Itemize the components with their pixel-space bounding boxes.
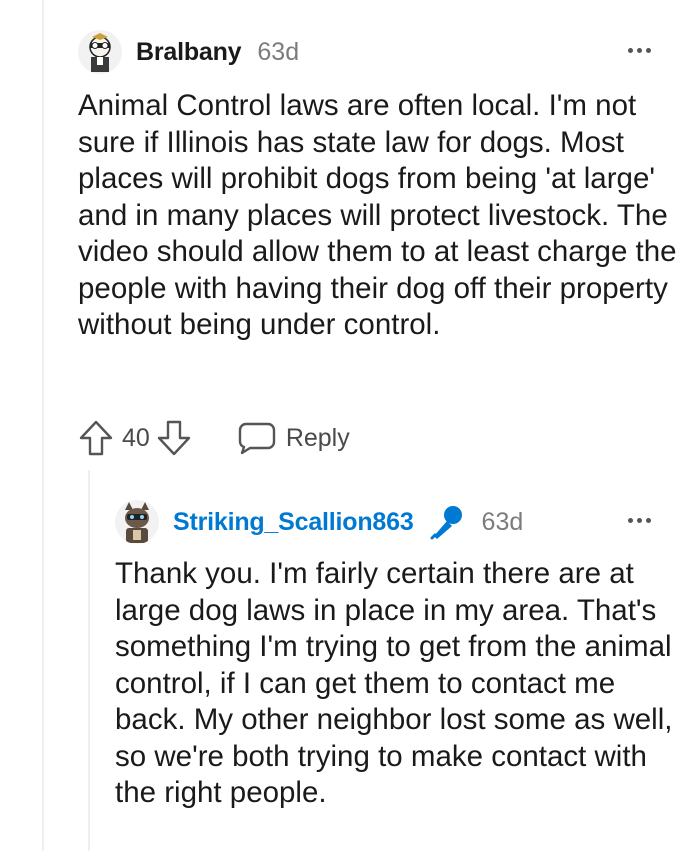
- avatar[interactable]: [115, 500, 159, 544]
- username[interactable]: Striking_Scallion863: [173, 508, 414, 537]
- scallion-avatar-image: [115, 500, 159, 544]
- reply-thread-line[interactable]: [88, 470, 90, 851]
- comment-actions: 40 Reply: [78, 418, 350, 458]
- username[interactable]: Bralbany: [136, 38, 242, 67]
- comment-header: Bralbany 63d: [78, 30, 299, 74]
- reply-button[interactable]: Reply: [238, 421, 350, 455]
- comment-header: Striking_Scallion863 63d: [115, 500, 523, 544]
- downvote-icon[interactable]: [156, 419, 192, 457]
- upvote-icon[interactable]: [78, 419, 114, 457]
- comment-body: Animal Control laws are often local. I'm…: [78, 89, 677, 341]
- bralbany-avatar-image: [78, 30, 122, 74]
- thread-line[interactable]: [42, 0, 44, 851]
- comment-bubble-icon: [238, 422, 276, 455]
- more-options-icon[interactable]: [628, 48, 651, 53]
- reply-label: Reply: [285, 423, 350, 452]
- more-options-icon[interactable]: [628, 518, 651, 523]
- avatar[interactable]: [78, 30, 122, 74]
- timestamp[interactable]: 63d: [482, 508, 524, 537]
- comment-body: Thank you. I'm fairly certain there are …: [115, 557, 673, 809]
- timestamp[interactable]: 63d: [257, 38, 299, 67]
- microphone-icon: [430, 506, 462, 540]
- vote-count: 40: [122, 423, 150, 452]
